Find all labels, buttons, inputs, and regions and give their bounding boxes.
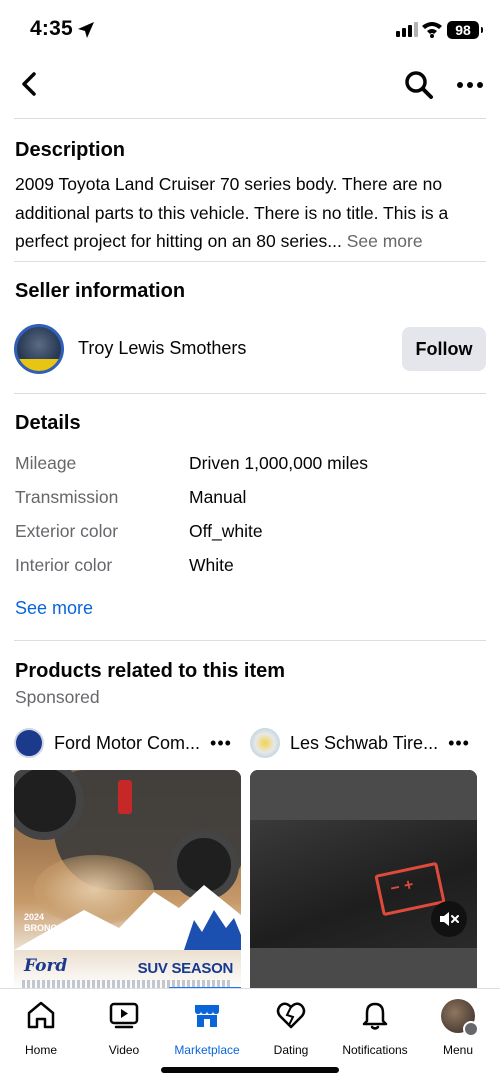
status-time: 4:35	[30, 17, 73, 40]
ad-header-les-schwab[interactable]: Les Schwab Tire... •••	[250, 728, 470, 758]
detail-row-interior-color: Interior color White	[15, 555, 485, 583]
battery-indicator: 98	[447, 21, 483, 39]
video-frame-bottom	[250, 948, 477, 990]
status-bar: 4:35 98	[0, 0, 500, 60]
mute-icon[interactable]	[431, 901, 467, 937]
ad-card-les-schwab[interactable]	[250, 770, 477, 990]
tab-marketplace[interactable]: Marketplace	[162, 999, 252, 1059]
detail-row-transmission: Transmission Manual	[15, 487, 485, 515]
ford-logo-icon	[14, 728, 44, 758]
description-title: Description	[15, 139, 126, 161]
profile-avatar	[441, 999, 479, 1037]
tab-label: Menu	[442, 1043, 474, 1057]
location-arrow-icon	[78, 22, 94, 38]
seller-avatar[interactable]	[14, 324, 64, 374]
search-icon[interactable]	[404, 70, 434, 100]
detail-label: Transmission	[15, 487, 119, 507]
seller-section-title: Seller information	[15, 280, 186, 302]
bronco-model-text: 2024 BRONCO® SUV	[24, 912, 92, 934]
detail-row-mileage: Mileage Driven 1,000,000 miles	[15, 453, 485, 481]
tab-label: Dating	[273, 1043, 309, 1057]
video-frame-top	[250, 770, 477, 820]
tab-notifications[interactable]: Notifications	[330, 999, 420, 1059]
dating-icon	[276, 1002, 306, 1029]
ad-more-icon[interactable]: •••	[210, 733, 232, 754]
video-icon	[109, 1002, 139, 1029]
ad-headline: SUV SEASON	[137, 960, 234, 977]
tab-dating[interactable]: Dating	[246, 999, 336, 1059]
description-see-more-link[interactable]: See more	[347, 231, 423, 251]
details-see-more-link[interactable]: See more	[15, 598, 93, 619]
signal-icon	[396, 22, 418, 37]
marketplace-icon	[195, 1005, 219, 1027]
notifications-icon	[362, 1002, 388, 1030]
advertiser-name[interactable]: Les Schwab Tire...	[290, 733, 438, 754]
ford-brand-logo: Ford	[24, 956, 68, 976]
bronco-model: BRONCO® SUV	[24, 923, 92, 933]
detail-value: Manual	[189, 487, 247, 507]
home-icon	[27, 1001, 55, 1029]
divider	[14, 640, 486, 641]
details-title: Details	[15, 412, 81, 434]
bronco-year: 2024	[24, 912, 45, 922]
description-text: 2009 Toyota Land Cruiser 70 series body.…	[15, 170, 485, 256]
products-title: Products related to this item	[15, 660, 286, 682]
les-schwab-logo-icon	[250, 728, 280, 758]
ad-more-icon[interactable]: •••	[448, 733, 470, 754]
divider	[14, 393, 486, 394]
back-chevron-icon[interactable]	[16, 70, 44, 98]
detail-value: Driven 1,000,000 miles	[189, 453, 368, 473]
menu-badge-icon	[463, 1021, 479, 1037]
tab-label: Home	[24, 1043, 57, 1057]
divider	[14, 261, 486, 262]
tab-menu[interactable]: Menu	[413, 999, 500, 1059]
wifi-icon	[422, 22, 442, 38]
tab-label: Marketplace	[174, 1043, 240, 1057]
divider	[14, 118, 486, 119]
detail-value: Off_white	[189, 521, 263, 541]
tab-video[interactable]: Video	[79, 999, 169, 1059]
sponsored-label: Sponsored	[15, 687, 100, 707]
ad-header-ford[interactable]: Ford Motor Com... •••	[14, 728, 232, 758]
tab-home[interactable]: Home	[0, 999, 86, 1059]
detail-label: Interior color	[15, 555, 113, 575]
detail-value: White	[189, 555, 234, 575]
detail-label: Exterior color	[15, 521, 119, 541]
more-icon[interactable]	[455, 72, 485, 98]
advertiser-name[interactable]: Ford Motor Com...	[54, 733, 200, 754]
detail-row-exterior-color: Exterior color Off_white	[15, 521, 485, 549]
nav-bar	[0, 62, 500, 108]
home-indicator	[161, 1067, 339, 1073]
bronco-taillight	[118, 780, 132, 814]
tab-label: Notifications	[342, 1043, 408, 1057]
seller-name[interactable]: Troy Lewis Smothers	[78, 338, 246, 359]
ad-card-ford[interactable]: 2024 BRONCO® SUV Ford SUV SEASON	[14, 770, 241, 990]
detail-label: Mileage	[15, 453, 77, 473]
follow-button[interactable]: Follow	[402, 327, 486, 371]
tab-label: Video	[108, 1043, 140, 1057]
